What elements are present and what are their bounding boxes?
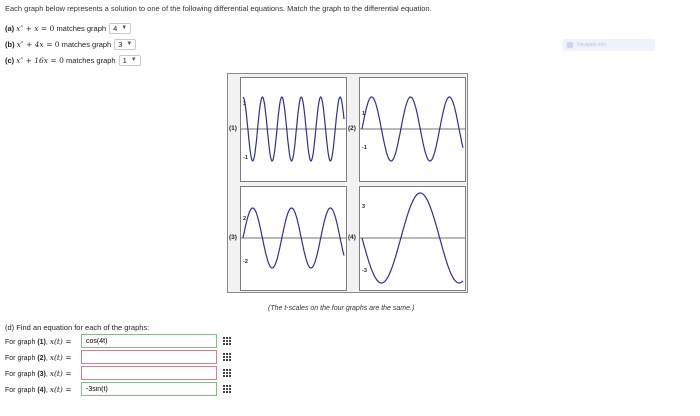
answer-label: For graph (2), x(t) = <box>5 352 72 362</box>
matches-text: matches graph <box>65 55 116 65</box>
question-label: (b) <box>5 39 15 49</box>
matches-text: matches graph <box>61 39 112 49</box>
info-icon <box>567 42 573 48</box>
math-palette-icon[interactable] <box>222 368 232 378</box>
graphs-panel: 1 -1 1 -1 2 -2 3 -3 (1) (2) (3) (4) <box>227 73 468 293</box>
instructions-text: Each graph below represents a solution t… <box>5 4 432 13</box>
matches-text: matches graph <box>56 23 107 33</box>
answer-input-graph-1[interactable] <box>81 334 217 348</box>
graph-label-1: (1) <box>229 125 237 132</box>
y-tick-top: 3 <box>362 204 366 210</box>
y-tick-bottom: -3 <box>362 268 367 274</box>
graph-2-plot <box>360 96 465 162</box>
math-palette-icon[interactable] <box>222 384 232 394</box>
answer-label: For graph (4), x(t) = <box>5 384 72 394</box>
answer-label: For graph (3), x(t) = <box>5 368 72 378</box>
y-tick-bottom: -1 <box>243 155 248 161</box>
y-tick-bottom: -1 <box>362 145 367 151</box>
math-palette-icon[interactable] <box>222 336 232 346</box>
answer-row-4: For graph (4), x(t) = <box>5 382 232 396</box>
chevron-down-icon: ▼ <box>121 25 128 31</box>
answer-row-1: For graph (1), x(t) = <box>5 334 232 348</box>
y-tick-top: 1 <box>362 111 366 117</box>
graph-3: 2 -2 <box>240 186 347 291</box>
answer-row-2: For graph (2), x(t) = <box>5 350 232 364</box>
answer-input-graph-3[interactable] <box>81 366 217 380</box>
y-tick-top: 1 <box>243 101 247 107</box>
y-tick-top: 2 <box>243 216 247 222</box>
y-tick-bottom: -2 <box>243 259 248 265</box>
graph-label-3: (3) <box>229 234 237 241</box>
graph-label-4: (4) <box>348 234 356 241</box>
answer-label: For graph (1), x(t) = <box>5 336 72 346</box>
chevron-down-icon: ▼ <box>130 57 137 63</box>
graph-4: 3 -3 <box>359 186 466 291</box>
part-d-title: (d) Find an equation for each of the gra… <box>5 323 150 332</box>
navigate-info-button[interactable]: Navigate info <box>563 39 655 51</box>
question-label: (c) <box>5 55 15 65</box>
question-c: (c) x″ + 16x = 0 matches graph 1 ▼ <box>5 53 141 67</box>
graph-select-c[interactable]: 1 ▼ <box>118 54 141 66</box>
math-palette-icon[interactable] <box>222 352 232 362</box>
graph-4-plot <box>360 192 465 284</box>
graph-1: 1 -1 <box>240 77 347 182</box>
equation: x″ + 4x = 0 <box>16 39 60 49</box>
graph-1-plot <box>241 96 346 162</box>
graphs-caption: (The t-scales on the four graphs are the… <box>268 305 415 312</box>
question-label: (a) <box>5 23 15 33</box>
equation: x″ + x = 0 <box>16 23 55 33</box>
chevron-down-icon: ▼ <box>126 41 133 47</box>
graph-label-2: (2) <box>348 125 356 132</box>
graph-2: 1 -1 <box>359 77 466 182</box>
graph-3-plot <box>241 207 346 269</box>
graph-select-a[interactable]: 4 ▼ <box>109 22 132 34</box>
answer-input-graph-4[interactable] <box>81 382 217 396</box>
equation: x″ + 16x = 0 <box>16 55 64 65</box>
answer-input-graph-2[interactable] <box>81 350 217 364</box>
graph-select-b[interactable]: 3 ▼ <box>114 38 137 50</box>
answer-row-3: For graph (3), x(t) = <box>5 366 232 380</box>
question-b: (b) x″ + 4x = 0 matches graph 3 ▼ <box>5 37 137 51</box>
question-a: (a) x″ + x = 0 matches graph 4 ▼ <box>5 21 132 35</box>
